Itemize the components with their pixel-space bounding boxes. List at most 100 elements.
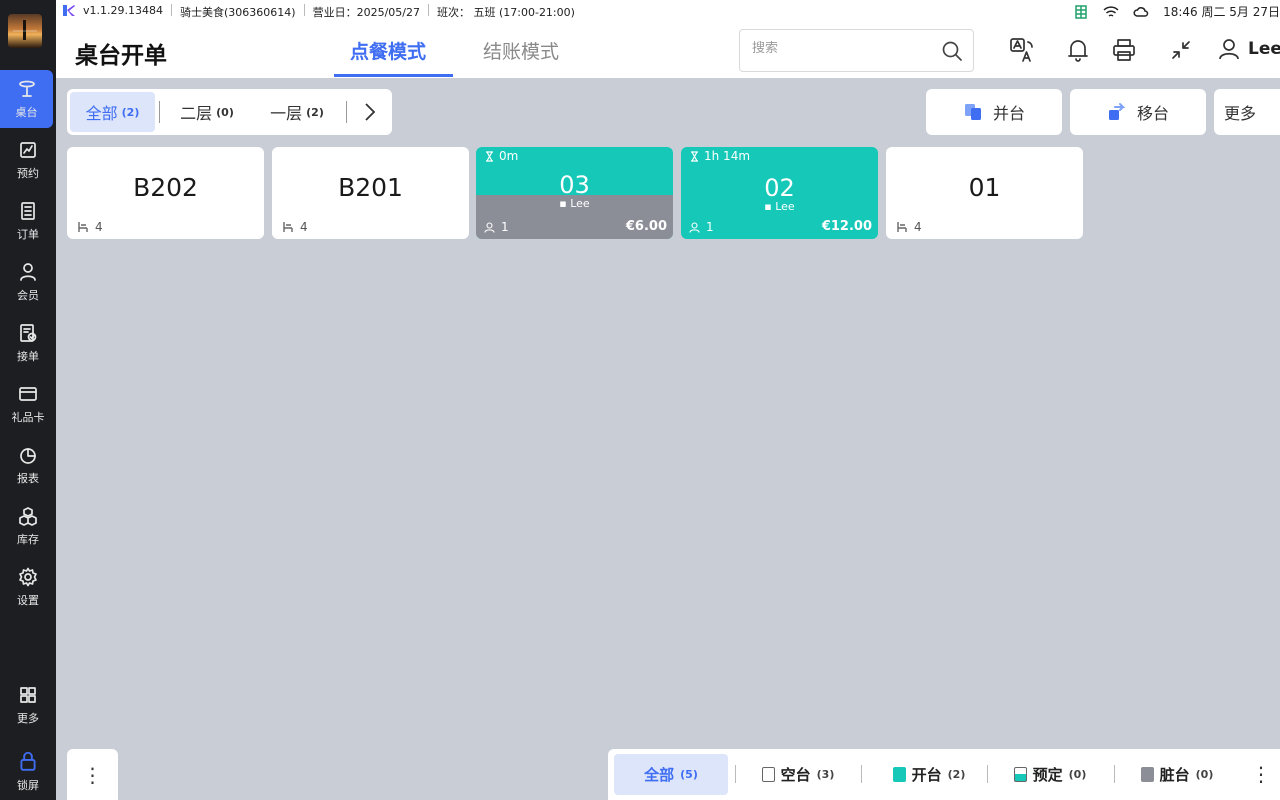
sidebar-item-reservations[interactable]: 预约 [0, 131, 56, 189]
collapse-icon [1172, 41, 1190, 59]
floor-tab-all[interactable]: 全部 (2) [70, 92, 155, 132]
waiter-value: Lee [775, 200, 795, 213]
page-title: 桌台开单 [75, 43, 167, 69]
legend-empty[interactable]: 空台 (3) [748, 754, 848, 795]
language-button[interactable] [1009, 37, 1035, 63]
guest-number: 1 [706, 220, 714, 234]
floor-tab-first[interactable]: 一层 (2) [257, 92, 337, 132]
table-name: 02 [764, 174, 795, 202]
accept-order-icon [20, 323, 37, 342]
table-card-b202[interactable]: B202 4 [67, 147, 264, 239]
legend-more-button[interactable]: ⋮ [1251, 762, 1271, 786]
sidebar-item-settings[interactable]: 设置 [0, 558, 56, 616]
table-card-02[interactable]: 1h 14m 02 ▪ Lee 1 €12.00 [681, 147, 878, 239]
sidebar-item-label: 报表 [17, 471, 39, 485]
wifi-icon [1103, 5, 1119, 17]
empty-swatch-icon [761, 767, 775, 782]
store-logo [8, 14, 42, 48]
sidebar-item-members[interactable]: 会员 [0, 253, 56, 311]
table-name: B202 [133, 173, 198, 202]
tab-checkout-mode[interactable]: 结账模式 [483, 37, 559, 64]
sidebar-item-lock-screen[interactable]: 锁屏 [0, 742, 56, 800]
table-card-01[interactable]: 01 4 [886, 147, 1083, 239]
floor-filter-bar: 全部 (2) 二层 (0) 一层 (2) [67, 89, 392, 135]
guest-icon [689, 221, 700, 233]
legend-count: (3) [816, 768, 835, 781]
floor-tab-label: 一层 [270, 104, 303, 123]
floor-tab-label: 二层 [180, 104, 213, 123]
legend-dirty[interactable]: 脏台 (0) [1127, 754, 1227, 795]
table-timer: 1h 14m [689, 149, 750, 163]
merge-label: 并台 [992, 104, 1025, 123]
table-name: 01 [968, 173, 1001, 202]
reserved-swatch-icon [1013, 767, 1027, 782]
sidebar-item-orders[interactable]: 订单 [0, 192, 56, 250]
order-icon [21, 201, 35, 220]
sidebar-item-label: 订单 [17, 227, 39, 241]
more-grid-icon [20, 686, 36, 703]
sidebar-item-tables[interactable]: 桌台 [0, 70, 53, 128]
floor-tab-label: 全部 [85, 104, 118, 123]
merge-tables-button[interactable]: 并台 [926, 89, 1062, 135]
guest-count: 1 [689, 220, 714, 234]
more-actions-button[interactable]: 更多 [1214, 89, 1280, 135]
seat-count: 4 [896, 220, 922, 234]
user-menu[interactable]: Lee [1218, 38, 1280, 60]
sidebar-item-label: 礼品卡 [11, 410, 45, 424]
language-icon [1010, 38, 1033, 62]
exit-fullscreen-button[interactable] [1168, 37, 1194, 63]
sidebar-item-accept-orders[interactable]: 接单 [0, 314, 56, 372]
sidebar-item-label: 接单 [17, 349, 39, 363]
legend-label: 预定 [1032, 766, 1063, 784]
seat-number: 4 [300, 220, 308, 234]
sidebar-item-label: 更多 [17, 711, 39, 725]
header: 桌台开单 点餐模式 结账模式 Lee [56, 22, 1280, 78]
move-icon [1108, 103, 1126, 120]
seat-number: 4 [95, 220, 103, 234]
legend-label: 开台 [911, 766, 942, 784]
table-timer: 0m [484, 149, 518, 163]
vertical-dots-icon: ⋮ [82, 762, 103, 787]
chevron-right-icon [365, 103, 376, 121]
table-card-03[interactable]: 0m 03 ▪ Lee 1 €6.00 [476, 147, 673, 239]
floor-tab-count: (0) [216, 105, 234, 119]
bottom-more-button[interactable]: ⋮ [67, 749, 118, 800]
legend-all[interactable]: 全部 (5) [614, 754, 728, 795]
sidebar-item-label: 预约 [17, 166, 39, 180]
floor-next-button[interactable] [357, 99, 383, 125]
settings-icon [19, 567, 37, 586]
hourglass-icon [486, 150, 493, 162]
floor-tab-count: (2) [306, 105, 324, 119]
sidebar-item-gift-card[interactable]: 礼品卡 [0, 375, 56, 433]
table-name: B201 [338, 173, 403, 202]
sidebar-item-reports[interactable]: 报表 [0, 436, 56, 494]
gift-card-icon [19, 386, 37, 401]
search-icon[interactable] [941, 40, 963, 62]
table-card-b201[interactable]: B201 4 [272, 147, 469, 239]
legend-reserved[interactable]: 预定 (0) [1000, 754, 1100, 795]
seat-icon [897, 222, 907, 232]
timer-value: 0m [499, 149, 519, 163]
seat-count: 4 [282, 220, 308, 234]
spreadsheet-icon [1075, 4, 1087, 19]
cloud-icon [1133, 6, 1149, 17]
app-logo-icon [63, 5, 75, 16]
status-info: v1.1.29.13484 骑士美食(306360614) 营业日：2025/0… [83, 4, 575, 20]
legend-label: 脏台 [1159, 766, 1190, 784]
notifications-button[interactable] [1065, 37, 1091, 63]
printer-button[interactable] [1111, 37, 1137, 63]
reservation-icon [20, 141, 36, 158]
app-version: v1.1.29.13484 [83, 4, 163, 17]
move-table-button[interactable]: 移台 [1070, 89, 1206, 135]
search-input[interactable] [752, 41, 932, 56]
sidebar-item-more[interactable]: 更多 [0, 676, 56, 734]
tab-order-mode[interactable]: 点餐模式 [350, 37, 426, 64]
floor-tab-second[interactable]: 二层 (0) [167, 92, 247, 132]
legend-open[interactable]: 开台 (2) [874, 754, 984, 795]
search-box[interactable] [739, 29, 974, 72]
printer-icon [1113, 39, 1135, 61]
sidebar-item-inventory[interactable]: 库存 [0, 497, 56, 555]
sidebar-item-label: 桌台 [15, 105, 38, 119]
more-actions-label: 更多 [1224, 104, 1257, 123]
guest-number: 1 [501, 220, 509, 234]
